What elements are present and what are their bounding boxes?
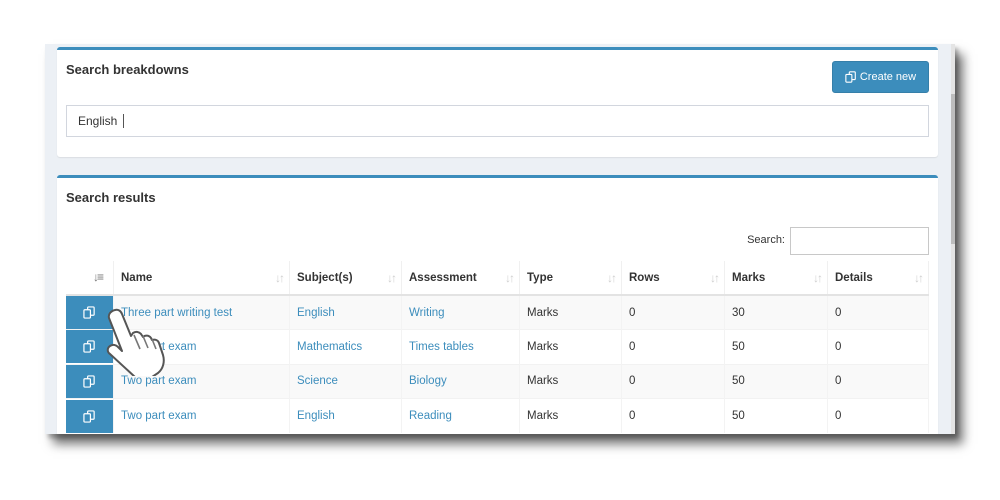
table-row: Two part exam English Reading Marks 0 50… <box>66 398 929 433</box>
row-subject-link[interactable]: English <box>297 410 335 422</box>
create-new-label: Create new <box>859 71 917 83</box>
row-assessment-link[interactable]: Biology <box>409 375 447 387</box>
table-row: Three part writing test English Writing … <box>66 294 929 330</box>
results-table: ↓≡ Name ↓↑ Subject(s) ↓↑ Assessment ↓↑ Type… <box>66 261 929 433</box>
column-header-assessment[interactable]: Assessment ↓↑ <box>401 261 520 296</box>
search-results-title: Search results <box>66 190 156 205</box>
row-name-link[interactable]: Three part writing test <box>121 307 232 319</box>
row-type: Marks <box>519 294 622 330</box>
copy-row-button[interactable] <box>66 399 113 433</box>
table-search-label: Search: <box>747 234 785 246</box>
text-caret <box>123 114 125 128</box>
row-assessment-link[interactable]: Reading <box>409 410 452 422</box>
row-marks: 50 <box>724 398 828 433</box>
breakdown-search-input[interactable]: English <box>66 105 929 137</box>
table-row: Two part exam Science Biology Marks 0 50… <box>66 363 929 399</box>
sort-icon: ↓↑ <box>813 271 823 285</box>
row-rows: 0 <box>621 398 725 433</box>
column-header-subject[interactable]: Subject(s) ↓↑ <box>289 261 402 296</box>
table-row: Two part exam Mathematics Times tables M… <box>66 329 929 364</box>
breakdown-search-value: English <box>78 114 118 128</box>
column-header-name[interactable]: Name ↓↑ <box>113 261 290 296</box>
scrollbar[interactable] <box>951 44 955 434</box>
row-rows: 0 <box>621 329 725 364</box>
scrollbar-thumb[interactable] <box>951 94 955 244</box>
sort-icon: ↓↑ <box>914 271 924 285</box>
table-search-input[interactable] <box>790 227 929 255</box>
copy-row-button[interactable] <box>66 364 113 398</box>
copy-icon <box>845 71 856 83</box>
row-type: Marks <box>519 363 622 399</box>
row-subject-link[interactable]: English <box>297 307 335 319</box>
row-name-link[interactable]: Two part exam <box>121 410 196 422</box>
copy-icon <box>83 306 95 319</box>
row-rows: 0 <box>621 363 725 399</box>
column-header-rows[interactable]: Rows ↓↑ <box>621 261 725 296</box>
sort-icon: ↓↑ <box>607 271 617 285</box>
copy-icon <box>83 340 95 353</box>
row-type: Marks <box>519 398 622 433</box>
row-subject-link[interactable]: Mathematics <box>297 341 362 353</box>
sort-icon: ↓↑ <box>275 271 285 285</box>
row-details: 0 <box>827 329 929 364</box>
app-window: Search breakdowns Create new English Sea… <box>45 44 955 434</box>
row-details: 0 <box>827 363 929 399</box>
create-new-button[interactable]: Create new <box>832 61 929 93</box>
copy-icon <box>83 375 95 388</box>
copy-icon <box>83 409 95 423</box>
row-type: Marks <box>519 329 622 364</box>
row-details: 0 <box>827 294 929 330</box>
column-header-details[interactable]: Details ↓↑ <box>827 261 929 296</box>
sort-active-icon: ↓≡ <box>93 270 104 284</box>
row-assessment-link[interactable]: Times tables <box>409 341 474 353</box>
column-header-copy[interactable]: ↓≡ <box>66 261 114 296</box>
row-marks: 30 <box>724 294 828 330</box>
search-breakdowns-title: Search breakdowns <box>66 62 189 77</box>
search-breakdowns-panel: Search breakdowns Create new English <box>57 47 938 157</box>
row-assessment-link[interactable]: Writing <box>409 307 445 319</box>
sort-icon: ↓↑ <box>505 271 515 285</box>
sort-icon: ↓↑ <box>387 271 397 285</box>
column-header-type[interactable]: Type ↓↑ <box>519 261 622 296</box>
row-marks: 50 <box>724 329 828 364</box>
row-name-link[interactable]: Two part exam <box>121 375 196 387</box>
row-name-link[interactable]: Two part exam <box>121 341 196 353</box>
row-rows: 0 <box>621 294 725 330</box>
row-details: 0 <box>827 398 929 433</box>
row-subject-link[interactable]: Science <box>297 375 338 387</box>
copy-row-button[interactable] <box>66 330 113 364</box>
column-header-marks[interactable]: Marks ↓↑ <box>724 261 828 296</box>
sort-icon: ↓↑ <box>710 271 720 285</box>
row-marks: 50 <box>724 363 828 399</box>
copy-row-button[interactable] <box>66 296 113 329</box>
search-results-panel: Search results Search: ↓≡ Name ↓↑ Subject… <box>57 175 938 434</box>
